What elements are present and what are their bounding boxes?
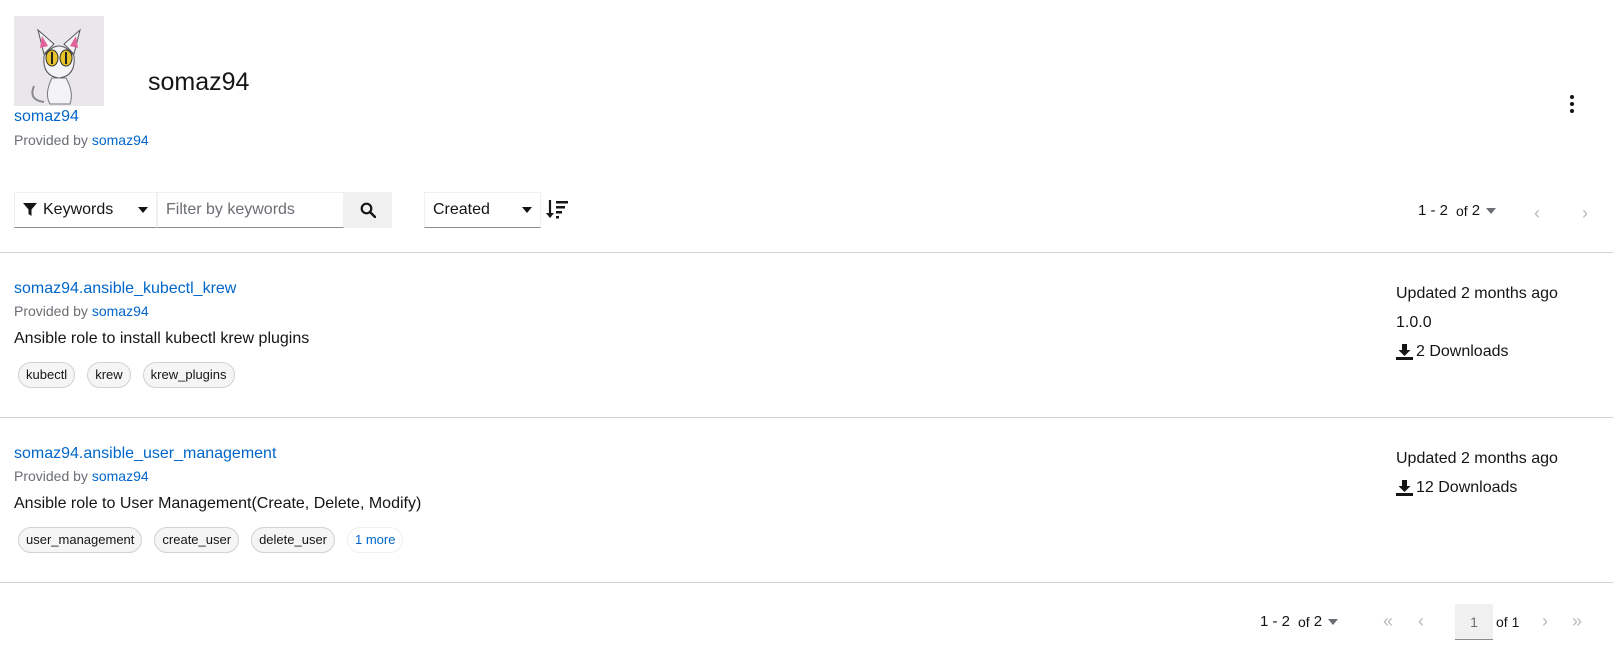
divider [0, 252, 1613, 253]
filter-icon [23, 203, 37, 216]
page-count-label: of 1 [1496, 614, 1520, 630]
tag[interactable]: kubectl [18, 362, 76, 389]
pagination-of-label: of [1456, 202, 1468, 219]
tag[interactable]: user_management [18, 527, 143, 554]
sort-select[interactable]: Created [424, 192, 541, 228]
tag[interactable]: delete_user [251, 527, 336, 554]
previous-page-icon[interactable]: ‹ [1534, 204, 1540, 222]
provided-by: Provided by somaz94 [14, 132, 149, 148]
chevron-down-icon [522, 207, 532, 213]
chevron-down-icon [1486, 207, 1497, 214]
provider-link[interactable]: somaz94 [92, 303, 149, 319]
item-description: Ansible role to User Management(Create, … [14, 495, 422, 512]
tag[interactable]: krew [87, 362, 131, 389]
item-title[interactable]: somaz94.ansible_user_management [14, 445, 276, 463]
item-provided-by: Provided by somaz94 [14, 303, 149, 319]
page-title: somaz94 [148, 68, 250, 96]
tag[interactable]: create_user [154, 527, 240, 554]
pagination-bottom[interactable]: 1 - 2 of 2 [1260, 613, 1339, 630]
provided-by-label: Provided by [14, 132, 88, 148]
item-description: Ansible role to install kubectl krew plu… [14, 330, 310, 347]
item-tags: kubectl krew krew_plugins [18, 362, 235, 389]
search-icon [360, 202, 376, 218]
downloads-count: 12 Downloads [1416, 478, 1518, 496]
avatar [14, 16, 104, 106]
downloads: 12 Downloads [1396, 473, 1558, 502]
pagination-top[interactable]: 1 - 2 of 2 [1418, 202, 1497, 219]
pagination-range: 1 - 2 [1260, 613, 1291, 630]
search-input[interactable] [157, 192, 344, 228]
pagination-total: 2 [1313, 613, 1323, 630]
pagination-range: 1 - 2 [1418, 202, 1449, 219]
item-provided-by: Provided by somaz94 [14, 468, 149, 484]
next-page-icon[interactable]: › [1542, 612, 1548, 630]
divider [0, 417, 1613, 418]
downloads: 2 Downloads [1396, 337, 1558, 366]
downloads-count: 2 Downloads [1416, 342, 1509, 360]
first-page-icon[interactable]: « [1383, 612, 1393, 630]
provider-link[interactable]: somaz94 [92, 468, 149, 484]
kebab-menu-icon[interactable] [1565, 92, 1579, 116]
provider-link[interactable]: somaz94 [92, 132, 149, 148]
more-tags-button[interactable]: 1 more [347, 527, 404, 554]
version-text: 1.0.0 [1396, 313, 1432, 331]
chevron-down-icon [1328, 618, 1339, 625]
filter-type-label: Keywords [43, 201, 114, 218]
next-page-icon[interactable]: › [1582, 204, 1588, 222]
download-icon [1396, 479, 1413, 496]
item-title[interactable]: somaz94.ansible_kubectl_krew [14, 280, 236, 298]
filter-type-select[interactable]: Keywords [14, 192, 157, 228]
search-button[interactable] [344, 192, 392, 228]
sort-label: Created [433, 201, 490, 218]
divider [0, 582, 1613, 583]
owner-link[interactable]: somaz94 [14, 108, 79, 126]
item-tags: user_management create_user delete_user … [18, 527, 404, 554]
pagination-of-label: of [1298, 613, 1310, 630]
updated-text: Updated 2 months ago [1396, 449, 1558, 467]
provided-by-label: Provided by [14, 303, 88, 319]
previous-page-icon[interactable]: ‹ [1418, 612, 1424, 630]
item-meta: Updated 2 months ago 1.0.0 2 Downloads [1396, 279, 1558, 366]
last-page-icon[interactable]: » [1572, 612, 1582, 630]
tag[interactable]: krew_plugins [142, 362, 235, 389]
page-number-input[interactable] [1455, 604, 1493, 640]
provided-by-label: Provided by [14, 468, 88, 484]
pagination-total: 2 [1471, 202, 1481, 219]
sort-amount-down-icon[interactable] [546, 198, 568, 220]
updated-text: Updated 2 months ago [1396, 284, 1558, 302]
download-icon [1396, 343, 1413, 360]
item-meta: Updated 2 months ago 12 Downloads [1396, 444, 1558, 502]
chevron-down-icon [138, 207, 148, 213]
